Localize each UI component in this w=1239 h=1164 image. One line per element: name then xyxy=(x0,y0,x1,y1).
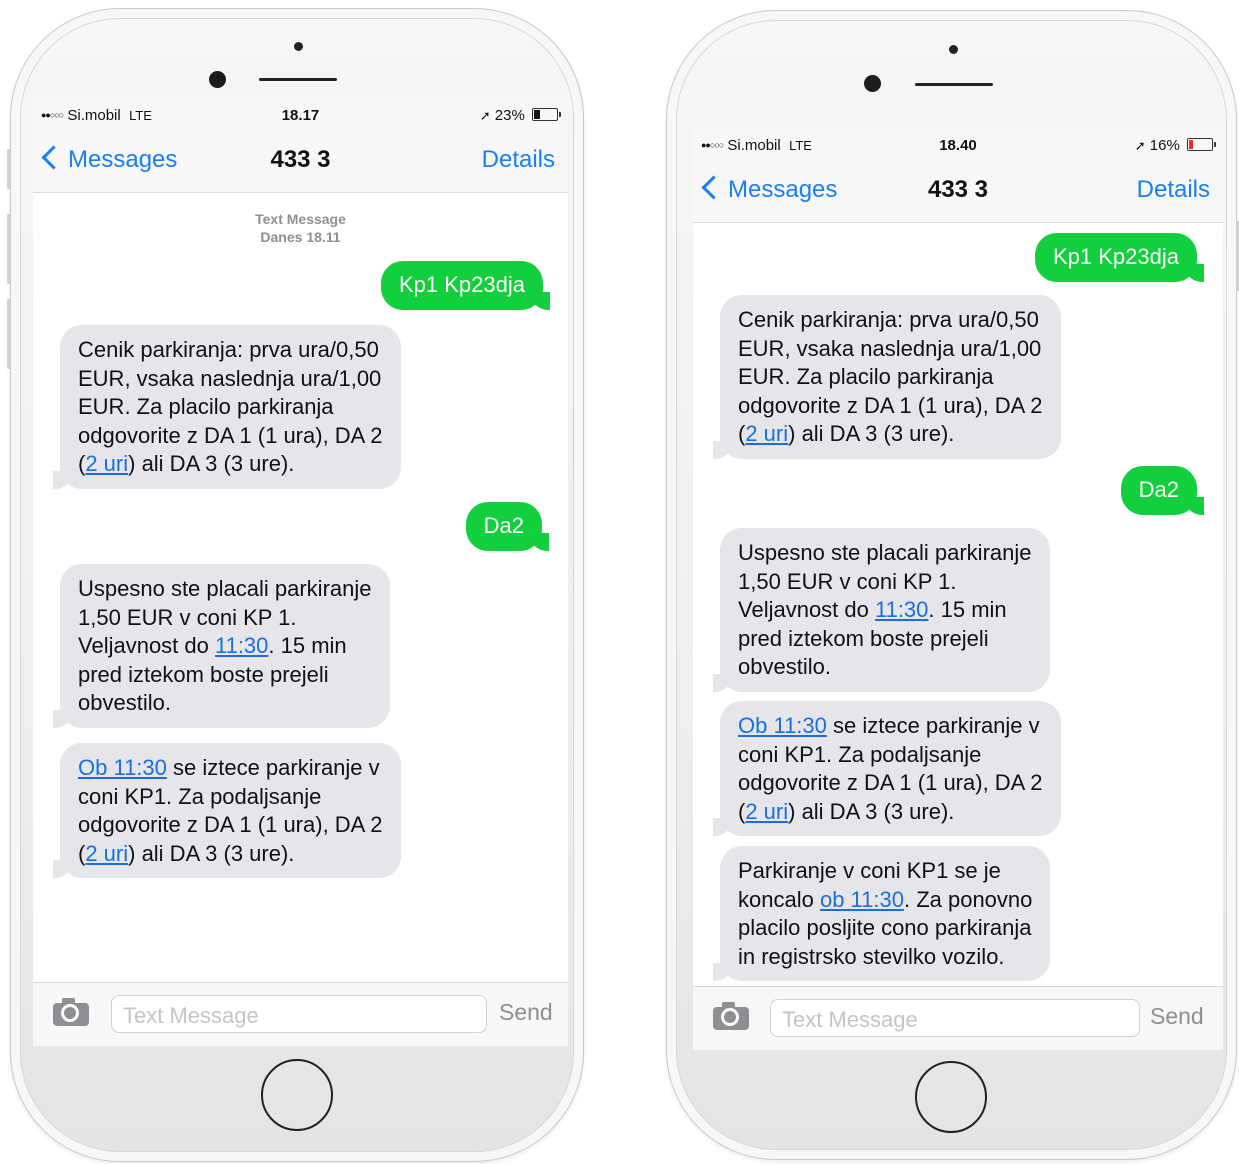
message-line: (2 uri) ali DA 3 (3 ure). xyxy=(78,840,295,866)
input-placeholder: Text Message xyxy=(782,1007,918,1032)
message-text: Kp1 Kp23dja xyxy=(1053,244,1179,269)
incoming-message[interactable]: Cenik parkiranja: prva ura/0,50 EUR, vsa… xyxy=(53,325,401,489)
outgoing-message[interactable]: Kp1 Kp23dja xyxy=(381,261,550,310)
message-line: Ob 11:30 se iztece parkiranje v xyxy=(78,755,380,780)
message-line: (2 uri) ali DA 3 (3 ure). xyxy=(738,421,955,446)
message-line: in registrsko stevilko vozilo. xyxy=(738,943,1005,969)
message-text: Da2 xyxy=(483,513,524,538)
message-line: coni KP1. Za podaljsanje xyxy=(738,741,982,767)
messages-screen-left: ●●○○○ Si.mobil LTE 18.17 ➚ 23% Messages … xyxy=(33,98,568,1046)
home-button[interactable] xyxy=(915,1061,987,1133)
outgoing-message[interactable]: Da2 xyxy=(1120,466,1205,515)
incoming-message[interactable]: Ob 11:30 se iztece parkiranje v coni KP1… xyxy=(713,701,1061,836)
volume-up-button xyxy=(7,214,11,284)
front-camera xyxy=(209,71,226,88)
message-line: 1,50 EUR v coni KP 1. xyxy=(738,568,957,594)
proximity-sensor xyxy=(294,42,303,51)
location-arrow-icon: ➚ xyxy=(479,108,491,123)
message-line: Ob 11:30 se iztece parkiranje v xyxy=(738,713,1040,738)
time-link[interactable]: 11:30 xyxy=(215,633,268,658)
location-arrow-icon: ➚ xyxy=(1134,138,1146,153)
navigation-bar: Messages 433 3 Details xyxy=(33,132,568,193)
details-button[interactable]: Details xyxy=(1137,176,1210,204)
message-line: Veljavnost do 11:30. 15 min xyxy=(78,633,347,658)
message-input[interactable]: Text Message xyxy=(111,995,487,1033)
message-line: Parkiranje v coni KP1 se je xyxy=(738,858,1001,883)
message-line: odgovorite z DA 1 (1 ura), DA 2 xyxy=(78,812,383,837)
message-line: Cenik parkiranja: prva ura/0,50 xyxy=(78,337,379,362)
status-bar: ●●○○○ Si.mobil LTE 18.17 ➚ 23% xyxy=(33,98,568,132)
battery-icon xyxy=(1187,138,1216,151)
message-line: EUR. Za placilo parkiranja xyxy=(78,394,334,419)
timestamp-kind: Text Message xyxy=(255,211,346,227)
incoming-message[interactable]: Uspesno ste placali parkiranje 1,50 EUR … xyxy=(53,564,390,728)
time-link[interactable]: ob 11:30 xyxy=(820,887,904,912)
message-text: Da2 xyxy=(1138,477,1179,502)
battery-icon xyxy=(532,108,561,121)
incoming-message[interactable]: Uspesno ste placali parkiranje 1,50 EUR … xyxy=(713,528,1050,692)
send-button[interactable]: Send xyxy=(499,999,553,1026)
message-line: coni KP1. Za podaljsanje xyxy=(78,783,322,809)
proximity-sensor xyxy=(949,45,958,54)
earpiece-speaker xyxy=(259,78,337,81)
input-placeholder: Text Message xyxy=(123,1003,259,1028)
message-line: (2 uri) ali DA 3 (3 ure). xyxy=(78,451,295,476)
message-text: Kp1 Kp23dja xyxy=(399,272,525,297)
send-button[interactable]: Send xyxy=(1150,1003,1204,1030)
battery-level xyxy=(1189,140,1193,149)
message-line: placilo posljite cono parkiranja xyxy=(738,915,1032,940)
mute-switch xyxy=(7,149,11,189)
message-line: odgovorite z DA 1 (1 ura), DA 2 xyxy=(78,422,383,448)
message-line: koncalo ob 11:30. Za ponovno xyxy=(738,886,1033,912)
messages-screen-right: ●●○○○ Si.mobil LTE 18.40 ➚ 16% Messages … xyxy=(693,128,1223,1050)
message-line: EUR, vsaka naslednja ura/1,00 xyxy=(78,365,382,391)
phone-number-link[interactable]: 2 uri xyxy=(85,451,128,476)
status-bar: ●●○○○ Si.mobil LTE 18.40 ➚ 16% xyxy=(693,128,1223,162)
earpiece-speaker xyxy=(915,83,993,86)
home-button[interactable] xyxy=(261,1059,333,1131)
incoming-message[interactable]: Parkiranje v coni KP1 se je koncalo ob 1… xyxy=(712,846,1051,981)
camera-icon[interactable] xyxy=(713,1002,749,1030)
message-input-bar: Text Message Send xyxy=(33,982,568,1046)
time-link[interactable]: 11:30 xyxy=(875,597,928,622)
message-line: Cenik parkiranja: prva ura/0,50 xyxy=(738,307,1039,332)
message-line: Veljavnost do 11:30. 15 min xyxy=(738,597,1007,622)
battery-percent: 23% xyxy=(494,107,525,124)
phone-number-link[interactable]: 2 uri xyxy=(745,799,788,824)
outgoing-message[interactable]: Da2 xyxy=(465,502,550,551)
message-line: (2 uri) ali DA 3 (3 ure). xyxy=(738,798,955,824)
message-line: obvestilo. xyxy=(738,654,831,679)
message-line: pred iztekom boste prejeli xyxy=(78,661,329,687)
battery-percent: 16% xyxy=(1149,137,1180,154)
phone-number-link[interactable]: 2 uri xyxy=(85,841,128,866)
battery-level xyxy=(534,110,540,119)
volume-down-button xyxy=(7,299,11,369)
message-line: obvestilo. xyxy=(78,690,171,715)
time-link[interactable]: Ob 11:30 xyxy=(738,713,827,738)
navigation-bar: Messages 433 3 Details xyxy=(693,162,1223,223)
message-line: EUR. Za placilo parkiranja xyxy=(738,364,994,389)
front-camera xyxy=(864,75,881,92)
timestamp-time: Danes 18.11 xyxy=(260,229,341,245)
incoming-message[interactable]: Ob 11:30 se iztece parkiranje v coni KP1… xyxy=(53,743,401,878)
camera-icon[interactable] xyxy=(53,998,89,1026)
message-line: pred iztekom boste prejeli xyxy=(738,625,989,651)
phone-number-link[interactable]: 2 uri xyxy=(745,421,788,446)
outgoing-message[interactable]: Kp1 Kp23dja xyxy=(1035,233,1204,282)
time-link[interactable]: Ob 11:30 xyxy=(78,755,167,780)
message-line: Uspesno ste placali parkiranje xyxy=(738,540,1032,565)
incoming-message[interactable]: Cenik parkiranja: prva ura/0,50 EUR, vsa… xyxy=(713,295,1061,459)
message-line: odgovorite z DA 1 (1 ura), DA 2 xyxy=(738,770,1043,795)
message-line: EUR, vsaka naslednja ura/1,00 xyxy=(738,335,1042,361)
message-input[interactable]: Text Message xyxy=(770,999,1140,1037)
message-line: Uspesno ste placali parkiranje xyxy=(78,576,372,601)
timestamp: Text Message Danes 18.11 xyxy=(33,210,568,246)
message-line: 1,50 EUR v coni KP 1. xyxy=(78,604,297,630)
details-button[interactable]: Details xyxy=(482,146,555,174)
message-input-bar: Text Message Send xyxy=(693,986,1223,1050)
message-line: odgovorite z DA 1 (1 ura), DA 2 xyxy=(738,392,1043,418)
